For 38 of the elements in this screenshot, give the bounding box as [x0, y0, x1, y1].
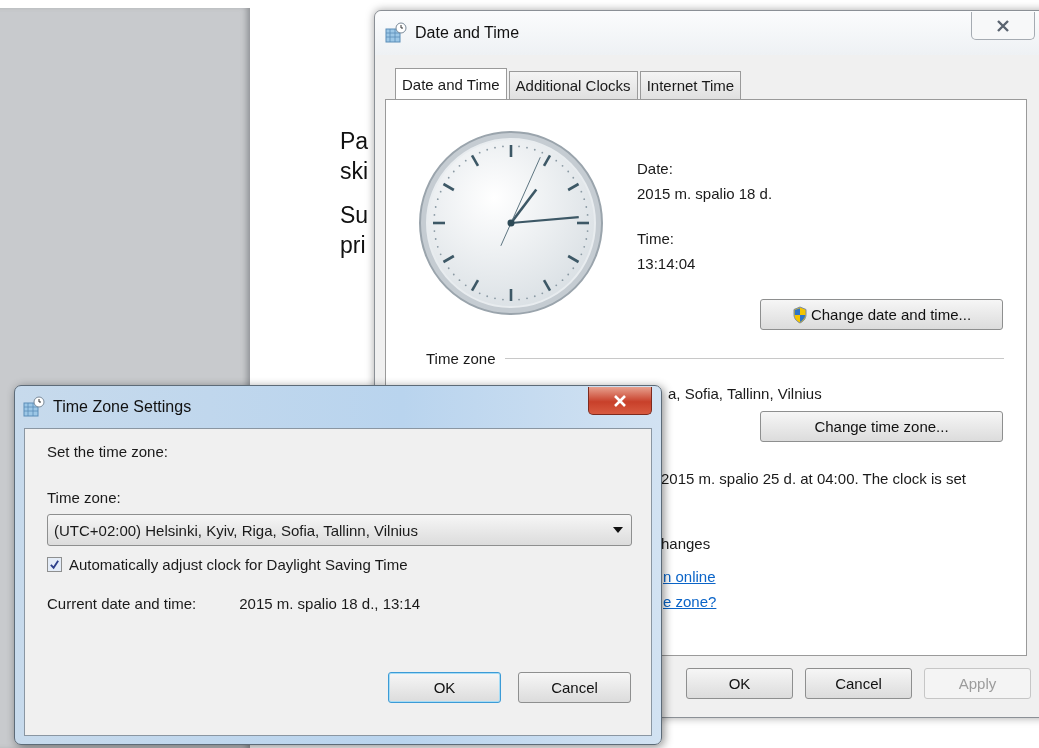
close-icon [612, 394, 628, 407]
tab[interactable]: Additional Clocks [508, 71, 638, 99]
dialog-button[interactable]: OK [388, 672, 501, 703]
dialog-button[interactable]: Cancel [805, 668, 912, 699]
date-value: 2015 m. spalio 18 d. [637, 185, 773, 202]
time-label: Time: [637, 230, 675, 247]
dst-text: 2015 m. spalio 25 d. at 04:00. The clock is set [661, 470, 966, 487]
link[interactable]: e zone? [663, 593, 717, 610]
current-time-value: 2015 m. spalio 18 d., 13:14 [239, 595, 421, 612]
shield-icon [791, 305, 808, 324]
calendar-clock-icon [385, 22, 407, 44]
tab[interactable]: Internet Time [639, 71, 742, 99]
document-paragraph: Pa ski [340, 127, 369, 186]
date-label: Date: [637, 160, 674, 177]
link[interactable]: n online [663, 568, 716, 585]
dialog-button[interactable]: Cancel [518, 672, 631, 703]
calendar-clock-icon [23, 396, 45, 418]
time-zone-label: Time zone: [47, 489, 122, 506]
close-icon [995, 19, 1011, 32]
close-button[interactable] [588, 387, 652, 415]
checkbox-label[interactable]: Automatically adjust clock for Daylight Saving Time [69, 556, 408, 573]
change-time-zone-button[interactable]: Change time zone... [760, 411, 1003, 442]
current-time-label: Current date and time: [47, 595, 197, 612]
notify-text: hanges [661, 535, 711, 552]
prompt-text: Set the time zone: [47, 443, 169, 460]
time-zone-dropdown[interactable]: (UTC+02:00) Helsinki, Kyiv, Riga, Sofia, Tallinn, Vilnius [47, 514, 632, 546]
time-value: 13:14:04 [637, 255, 697, 272]
window-title: Time Zone Settings [53, 398, 192, 416]
dialog-button[interactable]: OK [686, 668, 793, 699]
document-paragraph: Su pri [340, 201, 369, 260]
close-button[interactable] [971, 12, 1035, 40]
section-heading: Time zone [426, 350, 496, 367]
dropdown-arrow-icon [613, 527, 623, 533]
change-date-time-button[interactable]: Change date and time... [760, 299, 1003, 330]
window-title: Date and Time [415, 24, 520, 42]
time-zone-text: a, Sofia, Tallinn, Vilnius [668, 385, 822, 402]
tab[interactable]: Date and Time [395, 68, 507, 99]
checkbox[interactable] [47, 557, 62, 572]
